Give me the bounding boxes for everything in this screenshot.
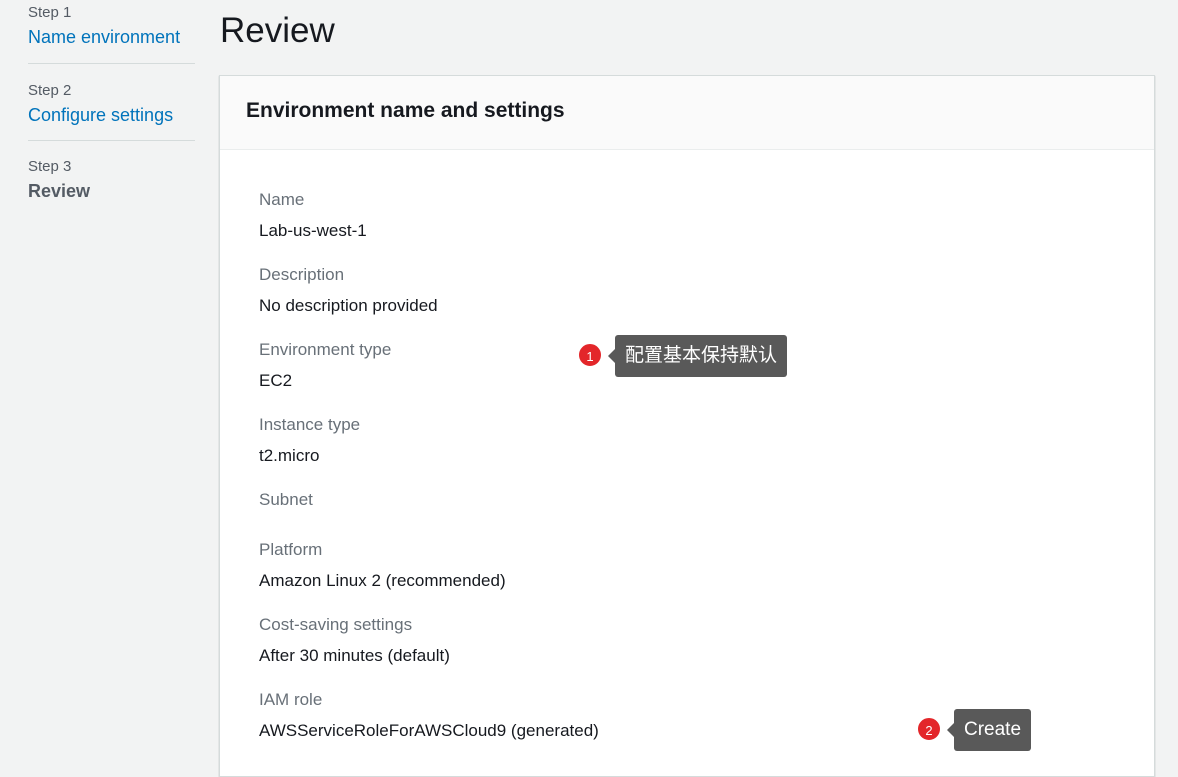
cost-saving-label: Cost-saving settings xyxy=(259,615,413,634)
iam-role-value: AWSServiceRoleForAWSCloud9 (generated) xyxy=(259,721,599,740)
platform-value: Amazon Linux 2 (recommended) xyxy=(259,571,506,590)
environment-settings-panel: Environment name and settings Name Lab-u… xyxy=(219,75,1155,777)
instance-type-label: Instance type xyxy=(259,415,361,434)
wizard-steps-nav: Step 1 Name environment Step 2 Configure… xyxy=(28,0,195,201)
step-1-number: Step 1 xyxy=(28,4,72,21)
step-1-link[interactable]: Name environment xyxy=(28,27,180,48)
description-value: No description provided xyxy=(259,296,438,315)
step-3-number: Step 3 xyxy=(28,158,72,175)
panel-heading: Environment name and settings xyxy=(246,99,565,122)
step-2[interactable]: Step 2 Configure settings xyxy=(28,64,195,141)
name-value: Lab-us-west-1 xyxy=(259,221,367,240)
panel-header: Environment name and settings xyxy=(220,76,1154,150)
step-2-number: Step 2 xyxy=(28,82,72,99)
step-2-link[interactable]: Configure settings xyxy=(28,105,173,126)
annotation-2-badge: 2 xyxy=(916,716,942,742)
iam-role-label: IAM role xyxy=(259,690,323,709)
cost-saving-value: After 30 minutes (default) xyxy=(259,646,450,665)
page-title: Review xyxy=(220,11,335,50)
annotation-1-badge: 1 xyxy=(577,342,603,368)
platform-label: Platform xyxy=(259,540,323,559)
step-3-current: Review xyxy=(28,181,91,201)
annotation-2-tooltip: Create xyxy=(946,709,1032,751)
step-1[interactable]: Step 1 Name environment xyxy=(28,0,195,64)
instance-type-value: t2.micro xyxy=(259,446,320,465)
annotation-1-tooltip: 配置基本保持默认 xyxy=(607,335,788,377)
environment-type-value: EC2 xyxy=(259,371,293,390)
subnet-label: Subnet xyxy=(259,490,313,509)
description-label: Description xyxy=(259,265,345,284)
name-label: Name xyxy=(259,190,305,209)
environment-type-label: Environment type xyxy=(259,340,392,359)
